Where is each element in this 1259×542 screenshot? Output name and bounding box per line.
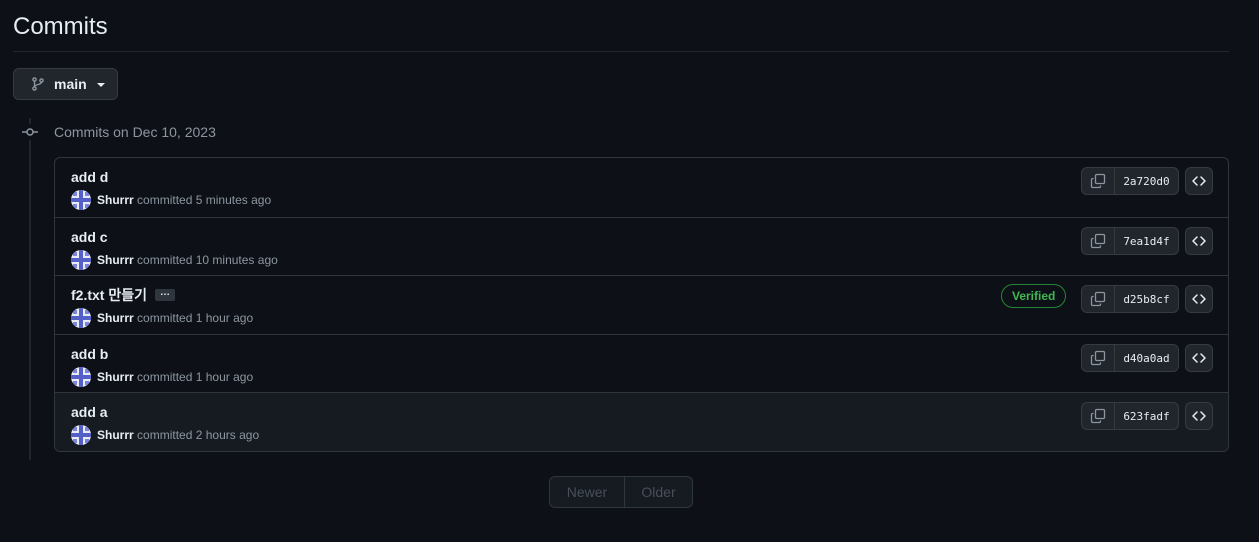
- commit-meta: Shurrr committed 5 minutes ago: [71, 190, 271, 210]
- commit-title-wrap: add c: [71, 228, 108, 246]
- commit-title[interactable]: f2.txt 만들기: [71, 286, 147, 304]
- commit-meta: Shurrr committed 2 hours ago: [71, 425, 259, 445]
- commit-title[interactable]: add d: [71, 168, 108, 186]
- commit-action: committed: [137, 253, 193, 267]
- commit-title-wrap: add d: [71, 168, 108, 186]
- sha-button-group: 7ea1d4f: [1081, 227, 1179, 255]
- avatar[interactable]: [71, 250, 91, 270]
- caret-down-icon: [96, 83, 105, 87]
- commit-author[interactable]: Shurrr: [97, 311, 134, 325]
- branch-select-button[interactable]: main: [13, 68, 118, 100]
- copy-icon[interactable]: [1082, 403, 1115, 429]
- newer-button[interactable]: Newer: [550, 477, 625, 507]
- copy-icon[interactable]: [1082, 286, 1115, 312]
- verified-badge[interactable]: Verified: [1001, 284, 1067, 308]
- avatar[interactable]: [71, 425, 91, 445]
- avatar[interactable]: [71, 308, 91, 328]
- commit-meta: Shurrr committed 10 minutes ago: [71, 250, 278, 270]
- commit-row[interactable]: add c Shurrr committed 10 minutes ago 7ea1…: [55, 217, 1228, 275]
- commit-row[interactable]: add b Shurrr committed 1 hour ago d40a0ad: [55, 334, 1228, 392]
- commit-sha-button[interactable]: 7ea1d4f: [1115, 228, 1178, 254]
- commit-action: committed: [137, 193, 193, 207]
- copy-icon[interactable]: [1082, 228, 1115, 254]
- commit-sha-button[interactable]: d40a0ad: [1115, 345, 1178, 371]
- commit-author[interactable]: Shurrr: [97, 370, 134, 384]
- commit-title-wrap: add b: [71, 345, 108, 363]
- commit-group-heading: Commits on Dec 10, 2023: [54, 124, 216, 140]
- pagination: Newer Older: [549, 476, 693, 508]
- commit-title-wrap: f2.txt 만들기 …: [71, 286, 175, 304]
- copy-icon[interactable]: [1082, 345, 1115, 371]
- commit-meta: Shurrr committed 1 hour ago: [71, 367, 253, 387]
- commit-author[interactable]: Shurrr: [97, 193, 134, 207]
- commit-action: committed: [137, 370, 193, 384]
- git-branch-icon: [30, 76, 46, 92]
- browse-code-icon[interactable]: [1185, 402, 1213, 430]
- commit-row[interactable]: add a Shurrr committed 2 hours ago 623fadf: [55, 392, 1228, 451]
- commit-time: 1 hour ago: [195, 370, 254, 384]
- commit-title[interactable]: add a: [71, 403, 108, 421]
- commit-author[interactable]: Shurrr: [97, 428, 134, 442]
- commit-sha-button[interactable]: d25b8cf: [1115, 286, 1178, 312]
- commit-title-wrap: add a: [71, 403, 108, 421]
- browse-code-icon[interactable]: [1185, 227, 1213, 255]
- commit-title[interactable]: add c: [71, 228, 108, 246]
- commit-action: committed: [137, 311, 193, 325]
- commit-meta: Shurrr committed 1 hour ago: [71, 308, 253, 328]
- commit-time: 1 hour ago: [195, 311, 254, 325]
- browse-code-icon[interactable]: [1185, 167, 1213, 195]
- commit-row[interactable]: f2.txt 만들기 … Shurrr committed 1 hour ago Ve…: [55, 275, 1228, 334]
- commit-sha-button[interactable]: 2a720d0: [1115, 168, 1178, 194]
- commit-action: committed: [137, 428, 193, 442]
- commit-time: 2 hours ago: [195, 428, 260, 442]
- commit-sha-button[interactable]: 623fadf: [1115, 403, 1178, 429]
- avatar[interactable]: [71, 367, 91, 387]
- sha-button-group: d40a0ad: [1081, 344, 1179, 372]
- branch-name: main: [54, 76, 87, 92]
- commit-time: 5 minutes ago: [195, 193, 272, 207]
- page-title: Commits: [13, 13, 108, 40]
- copy-icon[interactable]: [1082, 168, 1115, 194]
- commit-node-icon: [22, 124, 38, 140]
- commit-time: 10 minutes ago: [195, 253, 278, 267]
- browse-code-icon[interactable]: [1185, 285, 1213, 313]
- older-button[interactable]: Older: [625, 477, 692, 507]
- sha-button-group: 2a720d0: [1081, 167, 1179, 195]
- avatar[interactable]: [71, 190, 91, 210]
- commit-author[interactable]: Shurrr: [97, 253, 134, 267]
- title-divider: [13, 51, 1229, 52]
- sha-button-group: d25b8cf: [1081, 285, 1179, 313]
- expand-message-button[interactable]: …: [154, 288, 175, 301]
- timeline-line: [29, 118, 31, 460]
- sha-button-group: 623fadf: [1081, 402, 1179, 430]
- commit-row[interactable]: add d Shurrr committed 5 minutes ago 2a720…: [55, 158, 1228, 217]
- commit-title[interactable]: add b: [71, 345, 108, 363]
- commit-list: add d Shurrr committed 5 minutes ago 2a720…: [54, 157, 1229, 452]
- browse-code-icon[interactable]: [1185, 344, 1213, 372]
